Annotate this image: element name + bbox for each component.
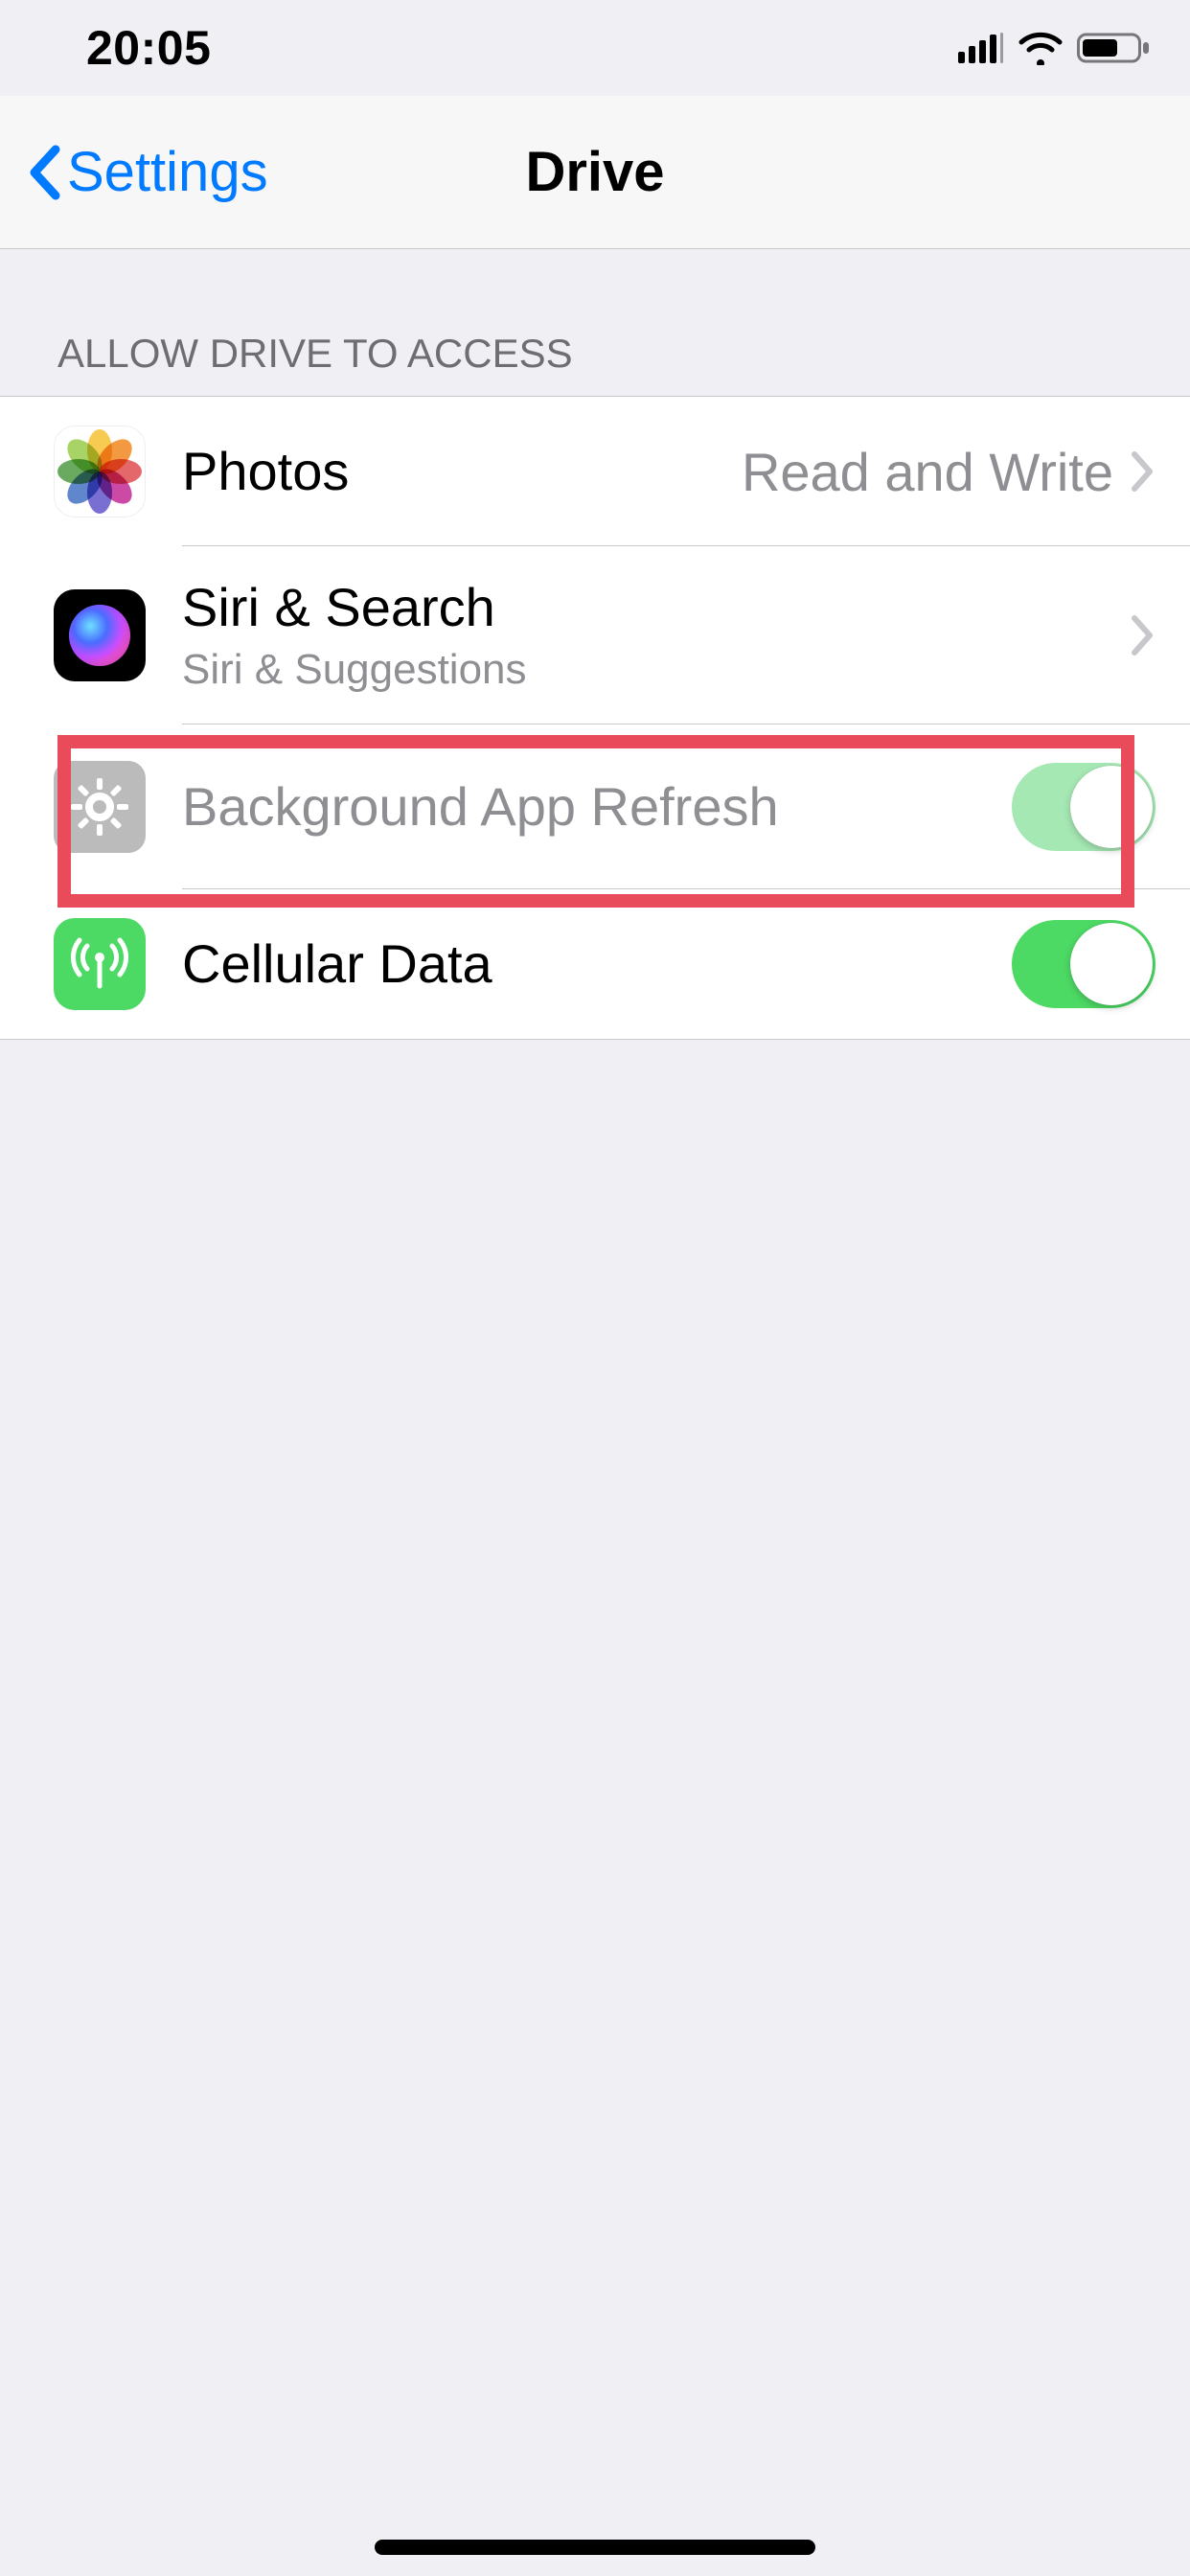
- chevron-left-icon: [27, 144, 61, 201]
- home-indicator[interactable]: [375, 2540, 815, 2555]
- settings-rows: Photos Read and Write Siri & Search Siri…: [0, 396, 1190, 1040]
- row-siri-label: Siri & Search: [182, 575, 1131, 639]
- siri-icon: [54, 589, 146, 681]
- status-time: 20:05: [86, 20, 211, 76]
- row-cellular-data: Cellular Data: [0, 889, 1190, 1039]
- navigation-bar: Settings Drive: [0, 96, 1190, 249]
- back-button[interactable]: Settings: [0, 140, 268, 204]
- page-title: Drive: [525, 140, 664, 204]
- status-bar: 20:05: [0, 0, 1190, 96]
- row-bg-refresh-label: Background App Refresh: [182, 774, 1012, 839]
- row-siri-sublabel: Siri & Suggestions: [182, 645, 1131, 696]
- antenna-icon: [54, 918, 146, 1010]
- row-photos[interactable]: Photos Read and Write: [0, 397, 1190, 546]
- row-background-app-refresh: Background App Refresh: [0, 724, 1190, 889]
- wifi-icon: [1018, 31, 1064, 65]
- chevron-right-icon: [1131, 614, 1156, 656]
- row-photos-value: Read and Write: [742, 441, 1113, 503]
- section-header: ALLOW DRIVE TO ACCESS: [0, 249, 1190, 396]
- photos-icon: [54, 426, 146, 518]
- battery-icon: [1077, 31, 1152, 65]
- back-button-label: Settings: [67, 140, 268, 204]
- row-photos-label: Photos: [182, 439, 742, 503]
- cellular-signal-icon: [958, 33, 1004, 63]
- row-siri-search[interactable]: Siri & Search Siri & Suggestions: [0, 546, 1190, 724]
- toggle-cellular-data[interactable]: [1012, 920, 1156, 1008]
- status-icons: [958, 31, 1152, 65]
- toggle-background-app-refresh[interactable]: [1012, 763, 1156, 851]
- row-cellular-label: Cellular Data: [182, 932, 1012, 996]
- chevron-right-icon: [1131, 450, 1156, 493]
- gear-icon: [54, 761, 146, 853]
